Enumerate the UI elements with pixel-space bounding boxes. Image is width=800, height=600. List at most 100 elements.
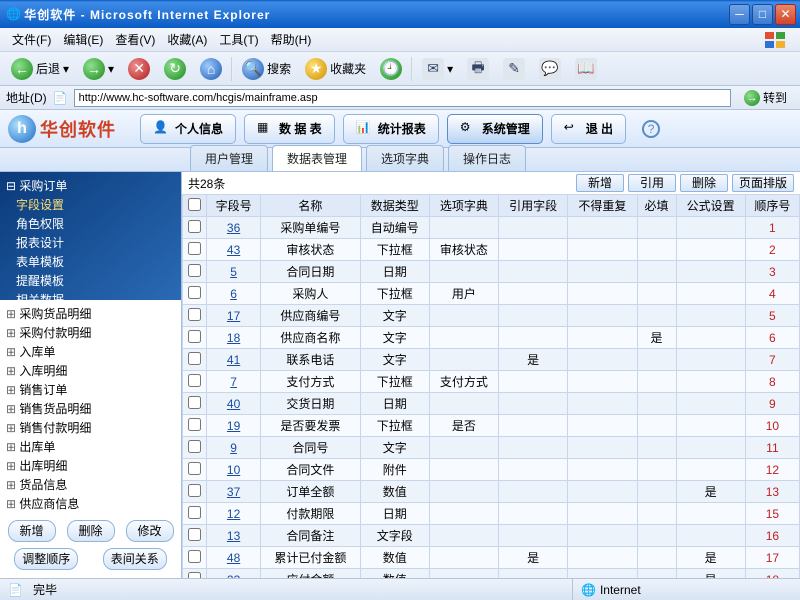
menu-favorites[interactable]: 收藏(A) [161, 29, 213, 50]
col-req[interactable]: 必填 [637, 195, 676, 217]
tree2-item[interactable]: 入库单 [6, 342, 175, 361]
btn-add[interactable]: 新增 [8, 520, 56, 542]
table-row[interactable]: 17 供应商编号 文字 5 [183, 305, 800, 327]
row-checkbox[interactable] [188, 440, 201, 453]
row-checkbox[interactable] [188, 550, 201, 563]
forward-button[interactable]: → ▾ [78, 55, 119, 83]
row-checkbox[interactable] [188, 220, 201, 233]
close-button[interactable]: ✕ [775, 4, 796, 25]
cell-id[interactable]: 17 [207, 305, 261, 327]
menu-tools[interactable]: 工具(T) [213, 29, 264, 50]
tab-data[interactable]: ▦数 据 表 [244, 114, 335, 144]
table-row[interactable]: 48 累计已付金额 数值 是 是 17 [183, 547, 800, 569]
tree2-item[interactable]: 出库明细 [6, 456, 175, 475]
tree-item[interactable]: 报表设计 [6, 233, 175, 252]
cell-id[interactable]: 7 [207, 371, 261, 393]
data-grid[interactable]: 字段号 名称 数据类型 选项字典 引用字段 不得重复 必填 公式设置 顺序号 3… [182, 194, 800, 578]
row-checkbox[interactable] [188, 264, 201, 277]
subtab-dictionary[interactable]: 选项字典 [366, 145, 444, 171]
table-row[interactable]: 36 采购单编号 自动编号 1 [183, 217, 800, 239]
row-checkbox[interactable] [188, 396, 201, 409]
row-checkbox[interactable] [188, 462, 201, 475]
act-add[interactable]: 新增 [576, 174, 624, 192]
tab-report[interactable]: 📊统计报表 [343, 114, 439, 144]
cell-id[interactable]: 9 [207, 437, 261, 459]
cell-id[interactable]: 23 [207, 569, 261, 579]
tree-item[interactable]: 表单模板 [6, 252, 175, 271]
btn-modify[interactable]: 修改 [126, 520, 174, 542]
table-row[interactable]: 19 是否要发票 下拉框 是否 10 [183, 415, 800, 437]
act-del[interactable]: 删除 [680, 174, 728, 192]
tab-personal[interactable]: 👤个人信息 [140, 114, 236, 144]
cell-id[interactable]: 12 [207, 503, 261, 525]
favorites-button[interactable]: ★收藏夹 [300, 55, 371, 83]
cell-id[interactable]: 18 [207, 327, 261, 349]
tree2-item[interactable]: 货品信息 [6, 475, 175, 494]
table-row[interactable]: 23 应付金额 数值 是 18 [183, 569, 800, 579]
tree2-item[interactable]: 采购付款明细 [6, 323, 175, 342]
mail-button[interactable]: ✉ ▾ [417, 55, 458, 83]
cell-id[interactable]: 41 [207, 349, 261, 371]
cell-id[interactable]: 19 [207, 415, 261, 437]
back-button[interactable]: ←后退 ▾ [6, 55, 74, 83]
table-row[interactable]: 13 合同备注 文字段 16 [183, 525, 800, 547]
cell-id[interactable]: 40 [207, 393, 261, 415]
row-checkbox[interactable] [188, 242, 201, 255]
minimize-button[interactable]: ─ [729, 4, 750, 25]
table-row[interactable]: 12 付款期限 日期 15 [183, 503, 800, 525]
row-checkbox[interactable] [188, 484, 201, 497]
col-check[interactable] [183, 195, 207, 217]
row-checkbox[interactable] [188, 506, 201, 519]
cell-id[interactable]: 43 [207, 239, 261, 261]
btn-delete[interactable]: 删除 [67, 520, 115, 542]
history-button[interactable]: 🕘 [375, 55, 407, 83]
search-button[interactable]: 🔍搜索 [237, 55, 296, 83]
table-row[interactable]: 40 交货日期 日期 9 [183, 393, 800, 415]
refresh-button[interactable]: ↻ [159, 55, 191, 83]
btn-relation[interactable]: 表间关系 [103, 548, 167, 570]
subtab-log[interactable]: 操作日志 [448, 145, 526, 171]
edit-button[interactable]: ✎ [498, 55, 530, 83]
col-type[interactable]: 数据类型 [360, 195, 429, 217]
tree-item[interactable]: 提醒模板 [6, 271, 175, 290]
research-button[interactable]: 📖 [570, 55, 602, 83]
address-input[interactable] [74, 89, 731, 107]
discuss-button[interactable]: 💬 [534, 55, 566, 83]
menu-view[interactable]: 查看(V) [109, 29, 161, 50]
row-checkbox[interactable] [188, 352, 201, 365]
row-checkbox[interactable] [188, 330, 201, 343]
tree2-item[interactable]: 销售订单 [6, 380, 175, 399]
col-ord[interactable]: 顺序号 [745, 195, 799, 217]
col-id[interactable]: 字段号 [207, 195, 261, 217]
tree-item[interactable]: 相关数据 [6, 290, 175, 300]
go-button[interactable]: →转到 [737, 87, 794, 108]
cell-id[interactable]: 6 [207, 283, 261, 305]
cell-id[interactable]: 48 [207, 547, 261, 569]
subtab-user[interactable]: 用户管理 [190, 145, 268, 171]
row-checkbox[interactable] [188, 286, 201, 299]
tree2-item[interactable]: 销售货品明细 [6, 399, 175, 418]
btn-order[interactable]: 调整顺序 [14, 548, 78, 570]
tab-system[interactable]: ⚙系统管理 [447, 114, 543, 144]
maximize-button[interactable]: □ [752, 4, 773, 25]
cell-id[interactable]: 13 [207, 525, 261, 547]
cell-id[interactable]: 36 [207, 217, 261, 239]
tree2-item[interactable]: 采购货品明细 [6, 304, 175, 323]
table-row[interactable]: 5 合同日期 日期 3 [183, 261, 800, 283]
col-ref[interactable]: 引用字段 [499, 195, 568, 217]
table-row[interactable]: 18 供应商名称 文字 是 6 [183, 327, 800, 349]
col-name[interactable]: 名称 [261, 195, 360, 217]
act-ref[interactable]: 引用 [628, 174, 676, 192]
table-row[interactable]: 10 合同文件 附件 12 [183, 459, 800, 481]
row-checkbox[interactable] [188, 374, 201, 387]
row-checkbox[interactable] [188, 418, 201, 431]
row-checkbox[interactable] [188, 528, 201, 541]
col-uniq[interactable]: 不得重复 [568, 195, 637, 217]
tree-item[interactable]: 字段设置 [6, 195, 175, 214]
table-row[interactable]: 6 采购人 下拉框 用户 4 [183, 283, 800, 305]
col-formula[interactable]: 公式设置 [676, 195, 745, 217]
menu-edit[interactable]: 编辑(E) [57, 29, 109, 50]
subtab-datatable[interactable]: 数据表管理 [272, 145, 362, 171]
tree2-item[interactable]: 供应商信息 [6, 494, 175, 513]
cell-id[interactable]: 37 [207, 481, 261, 503]
